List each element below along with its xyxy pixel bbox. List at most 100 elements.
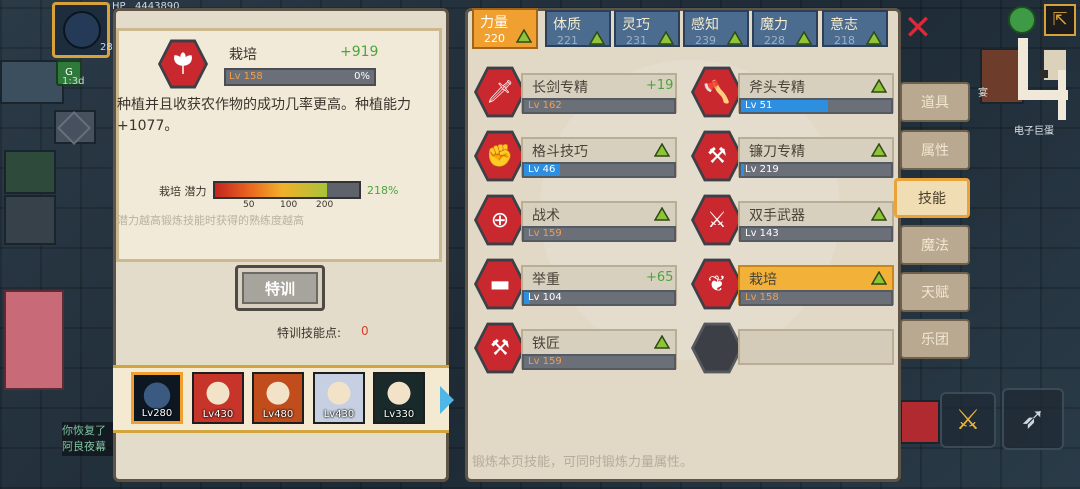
skill-progress-bar: Lv 143 [739, 226, 893, 242]
attribute-tab[interactable]: 感知 239 [683, 10, 749, 47]
hero-level: Lv430 [323, 409, 355, 420]
side-tab[interactable]: 道具 [900, 82, 970, 122]
attribute-tab-name: 灵巧 [622, 17, 650, 33]
upgrade-triangle-icon[interactable] [870, 78, 888, 97]
player-level-badge: 28 [100, 42, 113, 53]
potential-label: 栽培 潜力 [159, 185, 207, 198]
leaf-icon: ❦ [694, 261, 740, 307]
chat-line: 阿良夜幕 [62, 440, 106, 453]
tactics-icon: ⊕ [477, 197, 523, 243]
side-tab[interactable]: 天赋 [900, 272, 970, 312]
weapon-slot-sword-icon[interactable]: ⚔ [940, 392, 996, 448]
empty-skill-card [738, 329, 894, 365]
hero-portrait[interactable]: Lv330 [373, 372, 425, 424]
close-icon[interactable]: ✕ [902, 11, 934, 45]
potential-tick: 200 [316, 200, 334, 210]
upgrade-triangle-icon [588, 30, 606, 45]
skill-progress-bar: Lv 162 [522, 98, 676, 114]
side-tab[interactable]: 属性 [900, 130, 970, 170]
side-tab[interactable]: 魔法 [900, 225, 970, 265]
upgrade-triangle-icon [865, 30, 883, 45]
grate-tile [4, 195, 56, 245]
buff-timer: 1:3d [62, 76, 85, 87]
hero-portrait[interactable]: Lv430 [192, 372, 244, 424]
terminal-tile [4, 150, 56, 194]
attribute-tab[interactable]: 意志 218 [822, 10, 888, 47]
attribute-tab-value: 231 [626, 34, 647, 47]
special-training-label: 特训 [242, 272, 318, 304]
minimap[interactable]: 电子巨蛋 宴 [978, 30, 1080, 140]
skill-level: Lv 158 [745, 292, 779, 303]
potential-hint: 潜力越高锻炼技能时获得的熟练度越高 [117, 214, 304, 227]
attribute-tab-value: 218 [834, 34, 855, 47]
skill-level: Lv 162 [528, 100, 562, 111]
potential-value: 218% [367, 184, 399, 197]
skill-detail-gain: +919 [340, 44, 379, 60]
attribute-tab-name: 意志 [830, 17, 858, 33]
hero-portrait[interactable]: Lv430 [313, 372, 365, 424]
skill-name: 双手武器 [749, 208, 805, 224]
floor-tile [0, 60, 64, 104]
potential-bar [213, 181, 361, 199]
upgrade-triangle-icon [726, 30, 744, 45]
attribute-tab[interactable]: 力量 220 [472, 8, 538, 49]
potential-fill [215, 183, 328, 197]
skill-progress-bar: Lv 51 [739, 98, 893, 114]
upgrade-triangle-icon[interactable] [653, 206, 671, 225]
hero-portrait[interactable]: Lv280 [131, 372, 183, 424]
upgrade-triangle-icon[interactable] [870, 270, 888, 289]
special-training-button[interactable]: 特训 [235, 265, 325, 311]
upgrade-triangle-icon[interactable] [870, 142, 888, 161]
chat-log: 你恢复了 阿良夜幕 [62, 422, 118, 456]
skill-name: 栽培 [749, 272, 777, 288]
map-partial-label: 宴 [978, 88, 988, 99]
skill-level: Lv 159 [528, 356, 562, 367]
skill-name: 长剑专精 [532, 80, 588, 96]
upgrade-triangle-icon[interactable] [653, 142, 671, 161]
attribute-tab-value: 221 [557, 34, 578, 47]
skill-level: Lv 46 [528, 164, 556, 175]
side-tab[interactable]: 技能 [894, 178, 970, 218]
bed-object [4, 290, 64, 390]
skill-detail-progress-text: 0% [354, 71, 370, 82]
skill-detail-progress-bar: Lv 158 0% [224, 68, 376, 86]
skill-name: 斧头专精 [749, 80, 805, 96]
hero-level: Lv430 [202, 409, 234, 420]
hero-level: Lv480 [262, 409, 294, 420]
fist-icon: ✊ [477, 133, 523, 179]
progress-fill [741, 164, 744, 176]
skill-level: Lv 219 [745, 164, 779, 175]
attribute-tab-value: 220 [484, 32, 505, 45]
skill-level: Lv 104 [528, 292, 562, 303]
hero-next-arrow-icon[interactable] [440, 386, 454, 414]
attribute-tab[interactable]: 魔力 228 [752, 10, 818, 47]
skill-progress-bar: Lv 46 [522, 162, 676, 178]
skill-name: 举重 [532, 272, 560, 288]
upgrade-triangle-icon[interactable] [870, 206, 888, 225]
footer-hint: 锻炼本页技能，可同时锻炼力量属性。 [472, 455, 694, 470]
side-tab[interactable]: 乐团 [900, 319, 970, 359]
attribute-tab-value: 239 [695, 34, 716, 47]
attribute-tab[interactable]: 体质 221 [545, 10, 611, 47]
upgrade-triangle-icon [795, 30, 813, 45]
training-points-value: 0 [361, 324, 369, 338]
attribute-tab-name: 感知 [691, 17, 719, 33]
dumbbell-icon: ▬ [477, 261, 523, 307]
attribute-tab-name: 魔力 [760, 17, 788, 33]
attribute-tab-value: 228 [764, 34, 785, 47]
skill-gain: +19 [646, 78, 674, 93]
sword-icon: 🗡 [477, 69, 523, 115]
hero-portrait[interactable]: Lv480 [252, 372, 304, 424]
attribute-tab[interactable]: 灵巧 231 [614, 10, 680, 47]
weapon-slot-bow-icon[interactable]: ➶ [1002, 388, 1064, 450]
skill-progress-bar: Lv 158 [739, 290, 893, 306]
hero-level: Lv330 [383, 409, 415, 420]
chat-line: 你恢复了 [62, 424, 106, 437]
skill-progress-bar: Lv 219 [739, 162, 893, 178]
skill-level: Lv 143 [745, 228, 779, 239]
axe-icon: 🪓 [694, 69, 740, 115]
hero-level: Lv280 [141, 408, 173, 419]
machine-object [900, 400, 940, 444]
skill-progress-bar: Lv 159 [522, 354, 676, 370]
upgrade-triangle-icon[interactable] [653, 334, 671, 353]
